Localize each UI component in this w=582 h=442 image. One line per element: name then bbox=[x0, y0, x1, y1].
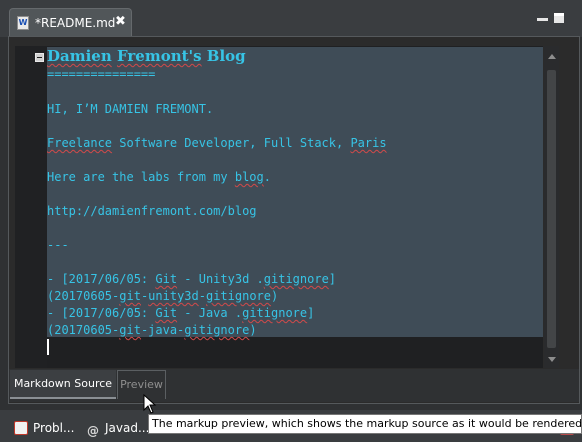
doc-line: http://damienfremont.com/blog bbox=[47, 204, 257, 218]
doc-word: gitignore bbox=[242, 306, 308, 320]
doc-word: git bbox=[119, 289, 141, 303]
mouse-cursor-icon bbox=[143, 394, 157, 414]
javadoc-icon: @ bbox=[87, 424, 99, 438]
scroll-up-icon[interactable] bbox=[548, 54, 556, 59]
readme-editor-tab[interactable]: W *README.md ✖ bbox=[9, 8, 132, 37]
editor-gutter bbox=[15, 46, 47, 368]
minimize-icon[interactable] bbox=[537, 18, 548, 21]
doc-word: Git bbox=[155, 306, 178, 320]
doc-line: (20170605-git-unity3d-gitignore) bbox=[47, 289, 279, 303]
text-caret bbox=[47, 339, 49, 355]
tab-title: *README.md bbox=[35, 16, 116, 30]
doc-word: Freelance bbox=[47, 136, 113, 150]
doc-word: Git bbox=[155, 272, 178, 286]
doc-word: Fremont's bbox=[116, 47, 202, 65]
close-icon[interactable]: ✖ bbox=[115, 14, 126, 29]
doc-line: - [2017/06/05: Git - Java .gitignore] bbox=[47, 306, 315, 320]
scrollbar-thumb[interactable] bbox=[547, 70, 556, 348]
collapse-fold-icon[interactable] bbox=[35, 53, 44, 62]
doc-line: Here are the labs from my blog. bbox=[47, 170, 271, 184]
doc-word: Paris bbox=[350, 136, 387, 150]
maximize-icon[interactable] bbox=[554, 13, 564, 23]
javadoc-label: Javad... bbox=[105, 421, 150, 435]
tab-preview[interactable]: Preview bbox=[117, 370, 166, 399]
problems-label: Probl... bbox=[33, 421, 75, 435]
tab-markdown-source[interactable]: Markdown Source bbox=[10, 370, 116, 399]
doc-word: gitignore bbox=[205, 289, 272, 303]
doc-line: Freelance Software Developer, Full Stack… bbox=[47, 136, 387, 150]
scroll-down-icon[interactable] bbox=[548, 357, 556, 362]
markdown-file-icon: W bbox=[17, 16, 29, 30]
doc-word: gitignore bbox=[263, 272, 329, 286]
doc-word: Damien bbox=[47, 47, 112, 65]
doc-line: --- bbox=[47, 238, 69, 252]
doc-word: blog bbox=[234, 170, 264, 184]
problems-icon bbox=[14, 421, 28, 435]
preview-tooltip: The markup preview, which shows the mark… bbox=[148, 414, 582, 434]
doc-line: - [2017/06/05: Git - Unity3d .gitignore] bbox=[47, 272, 337, 286]
doc-word: unity3d bbox=[148, 289, 199, 303]
doc-line: (20170605-git-java-gitignore) bbox=[47, 323, 257, 337]
doc-line: HI, I’M DAMIEN FREMONT. bbox=[47, 102, 214, 116]
doc-line-heading: Damien Fremont's Blog bbox=[47, 47, 246, 65]
javadoc-view-tab[interactable]: @ Javad... bbox=[86, 418, 149, 438]
problems-view-tab[interactable]: Probl... bbox=[14, 418, 74, 438]
doc-word: gitignore bbox=[184, 323, 250, 337]
doc-word: git bbox=[119, 323, 141, 337]
doc-line: =============== bbox=[47, 67, 156, 81]
